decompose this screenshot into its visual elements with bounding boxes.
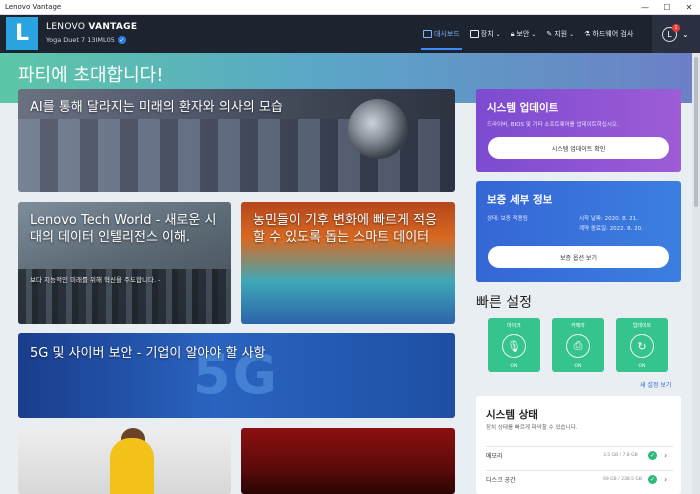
nav-support[interactable]: ✎ 지원 ⌄ [541, 15, 579, 53]
refresh-icon: ↻ [630, 334, 654, 358]
tile-state: ON [638, 364, 646, 369]
flask-icon: ⚗ [584, 30, 591, 38]
warranty-title: 보증 세부 정보 [487, 194, 553, 206]
article-card-5g[interactable]: 5G 5G 및 사이버 보안 - 기업이 알아야 할 사항 [18, 333, 455, 418]
status-value: 3.5 GB / 7.8 GB [603, 453, 638, 458]
check-updates-button[interactable]: 시스템 업데이트 확인 [488, 137, 669, 159]
status-label: 디스크 공간 [486, 477, 516, 484]
status-row-memory[interactable]: 메모리 3.5 GB / 7.8 GB ✓ › [486, 446, 673, 464]
warranty-card: 보증 세부 정보 상태: 보증 적용됨 시작 날짜: 2020. 8. 21. … [476, 181, 681, 282]
nav-hardware-scan-label: 하드웨어 검사 [592, 30, 634, 38]
system-status-title: 시스템 상태 [486, 409, 538, 421]
camera-icon: ⎙ [566, 334, 590, 358]
warranty-options-button[interactable]: 보증 옵션 보기 [488, 246, 669, 268]
brand-bold: VANTAGE [88, 22, 138, 32]
maximize-button[interactable]: ☐ [656, 0, 678, 15]
chevron-down-icon: ⌄ [682, 29, 689, 39]
article-title: 5G 및 사이버 보안 - 기업이 알아야 할 사항 [30, 346, 266, 361]
avatar[interactable]: L 1 [662, 23, 680, 42]
close-button[interactable]: ✕ [678, 0, 700, 15]
device-icon [469, 30, 479, 38]
article-title: Lenovo Tech World - 새로운 시대의 데이터 인텔리전스 이해… [30, 213, 217, 245]
article-card-smart-data[interactable]: 농민들이 기후 변화에 빠르게 적응할 수 있도록 돕는 스마트 데이터 [241, 202, 455, 324]
status-value: 69 GB / 238.5 GB [603, 477, 642, 482]
check-icon: ✓ [648, 451, 657, 460]
chevron-down-icon: ⌄ [495, 30, 501, 38]
page-scrollbar[interactable] [692, 53, 700, 494]
chevron-right-icon: › [664, 475, 668, 484]
notification-badge: 1 [672, 23, 680, 32]
status-row-disk[interactable]: 디스크 공간 69 GB / 238.5 GB ✓ › [486, 470, 673, 488]
hero-title: 파티에 초대합니다! [18, 65, 164, 86]
chevron-down-icon: ⌄ [569, 30, 575, 38]
microphone-icon: 🎙︎ [502, 334, 526, 358]
window-title: Lenovo Vantage [5, 3, 62, 11]
scrollbar-thumb[interactable] [694, 57, 698, 207]
tile-label: 마이크 [507, 323, 521, 329]
window-titlebar: Lenovo Vantage — ☐ ✕ [0, 0, 700, 15]
tile-state: ON [574, 364, 582, 369]
brand-name: LENOVO VANTAGE [46, 22, 137, 32]
article-subtitle: 보다 지능적인 미래를 위해 혁신을 주도합니다. - [30, 276, 161, 284]
quick-settings-title: 빠른 설정 [476, 295, 532, 311]
article-card-tech-world[interactable]: Lenovo Tech World - 새로운 시대의 데이터 인텔리전스 이해… [18, 202, 231, 324]
lenovo-logo[interactable]: L [6, 17, 38, 50]
warranty-end-date: 계약 종료일: 2022. 8. 20. [579, 226, 643, 232]
article-card-ai[interactable]: AI를 통해 달라지는 미래의 환자와 의사의 모습 [18, 89, 455, 192]
profile-menu[interactable]: L 1 ⌄ [652, 15, 700, 53]
system-update-title: 시스템 업데이트 [487, 102, 559, 114]
wrench-icon: ✎ [546, 30, 553, 38]
check-icon: ✓ [117, 36, 126, 44]
nav-device[interactable]: 장치 ⌄ [465, 15, 506, 53]
article-title: 농민들이 기후 변화에 빠르게 적응할 수 있도록 돕는 스마트 데이터 [253, 213, 437, 245]
lock-icon: 🔒︎ [510, 29, 515, 38]
quick-tile-camera[interactable]: 카메라 ⎙ ON [552, 318, 604, 372]
chevron-right-icon: › [664, 451, 668, 460]
status-label: 메모리 [486, 453, 503, 460]
check-icon: ✓ [648, 475, 657, 484]
person-body-image [110, 438, 154, 494]
nav-device-label: 장치 [480, 30, 494, 38]
tile-label: 업데이트 [632, 323, 652, 329]
brand-light: LENOVO [46, 22, 86, 32]
device-label: Yoga Duet 7 13IML05 [46, 36, 115, 44]
chevron-down-icon: ⌄ [531, 30, 537, 38]
tile-label: 카메라 [571, 323, 585, 329]
nav-dashboard[interactable]: 대시보드 [418, 15, 465, 53]
tile-state: ON [510, 364, 518, 369]
nav-dashboard-label: 대시보드 [434, 30, 460, 38]
article-card-gaming[interactable] [241, 428, 455, 494]
dashboard-icon [423, 30, 432, 38]
device-name[interactable]: Yoga Duet 7 13IML05 ✓ [46, 36, 126, 44]
new-settings-link[interactable]: 새 설정 보기 [640, 380, 671, 389]
nav-security-label: 보안 [516, 30, 530, 38]
nav-support-label: 지원 [554, 30, 568, 38]
system-update-description: 드라이버, BIOS 및 기타 소프트웨어를 업데이트하십시오. [487, 122, 619, 128]
nav-security[interactable]: 🔒︎ 보안 ⌄ [506, 15, 542, 53]
window-controls: — ☐ ✕ [634, 0, 700, 15]
quick-tile-microphone[interactable]: 마이크 🎙︎ ON [488, 318, 540, 372]
warranty-start-date: 시작 날짜: 2020. 8. 21. [579, 216, 638, 222]
main-nav: 대시보드 장치 ⌄ 🔒︎ 보안 ⌄ ✎ 지원 ⌄ ⚗ 하드웨어 검사 [418, 15, 638, 53]
article-title: AI를 통해 달라지는 미래의 환자와 의사의 모습 [30, 100, 283, 115]
app-header: L LENOVO VANTAGE Yoga Duet 7 13IML05 ✓ 대… [0, 15, 700, 53]
warranty-status: 상태: 보증 적용됨 [487, 216, 528, 222]
system-update-card: 시스템 업데이트 드라이버, BIOS 및 기타 소프트웨어를 업데이트하십시오… [476, 89, 681, 172]
nav-hardware-scan[interactable]: ⚗ 하드웨어 검사 [579, 15, 638, 53]
article-card-person[interactable] [18, 428, 231, 494]
avatar-letter: L [667, 29, 672, 39]
minimize-button[interactable]: — [634, 0, 656, 15]
quick-tile-update[interactable]: 업데이트 ↻ ON [616, 318, 668, 372]
system-status-card: 시스템 상태 장치 상태를 빠르게 파악할 수 있습니다. 메모리 3.5 GB… [476, 396, 681, 494]
system-status-description: 장치 상태를 빠르게 파악할 수 있습니다. [486, 425, 578, 431]
